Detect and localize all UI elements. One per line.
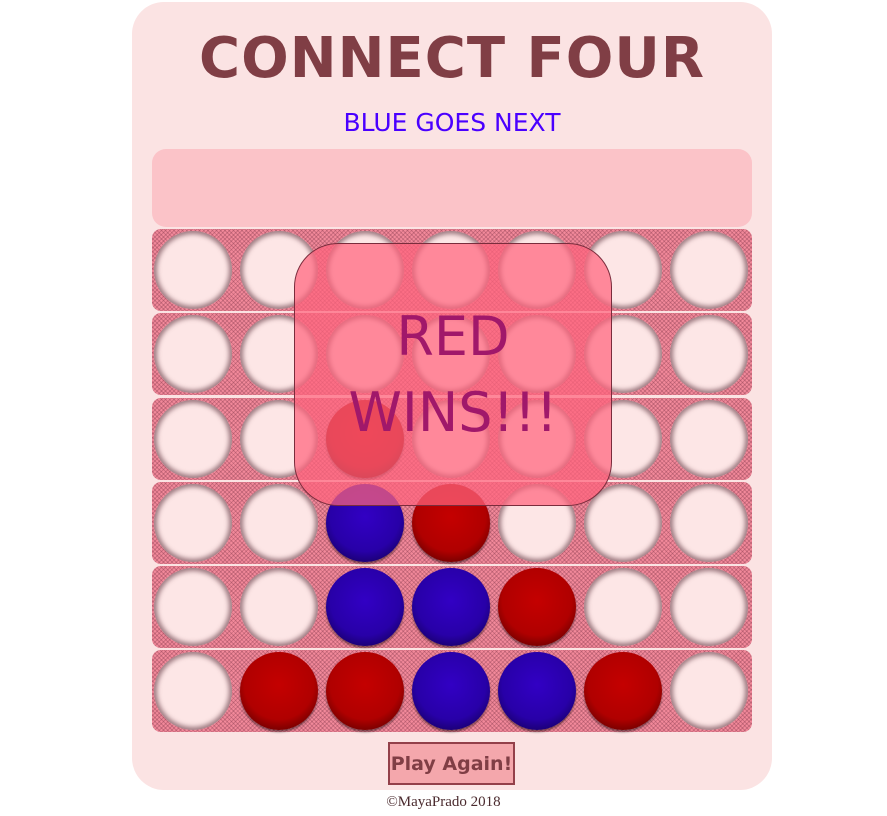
empty-slot[interactable] xyxy=(154,568,232,646)
game-title: CONNECT FOUR xyxy=(199,26,705,91)
blue-piece[interactable] xyxy=(326,568,404,646)
empty-slot[interactable] xyxy=(670,568,748,646)
blue-piece[interactable] xyxy=(412,568,490,646)
red-piece[interactable] xyxy=(584,652,662,730)
empty-slot[interactable] xyxy=(670,315,748,393)
winner-overlay: RED WINS!!! xyxy=(294,243,612,506)
empty-slot[interactable] xyxy=(584,568,662,646)
board-row xyxy=(152,650,752,732)
board-row xyxy=(152,566,752,648)
empty-slot[interactable] xyxy=(154,315,232,393)
red-piece[interactable] xyxy=(240,652,318,730)
empty-slot[interactable] xyxy=(240,484,318,562)
empty-slot[interactable] xyxy=(154,231,232,309)
copyright-footer: ©MayaPrado 2018 xyxy=(386,794,501,810)
play-again-button[interactable]: Play Again! xyxy=(388,742,515,785)
empty-slot[interactable] xyxy=(154,484,232,562)
winner-message: RED WINS!!! xyxy=(348,304,558,444)
empty-slot[interactable] xyxy=(154,652,232,730)
blue-piece[interactable] xyxy=(412,652,490,730)
red-piece[interactable] xyxy=(326,652,404,730)
red-piece[interactable] xyxy=(498,568,576,646)
turn-status: BLUE GOES NEXT xyxy=(343,108,561,137)
empty-slot[interactable] xyxy=(670,400,748,478)
empty-slot[interactable] xyxy=(154,400,232,478)
piece-drop-zone[interactable] xyxy=(152,149,752,227)
empty-slot[interactable] xyxy=(240,568,318,646)
empty-slot[interactable] xyxy=(670,231,748,309)
blue-piece[interactable] xyxy=(498,652,576,730)
empty-slot[interactable] xyxy=(670,652,748,730)
empty-slot[interactable] xyxy=(670,484,748,562)
